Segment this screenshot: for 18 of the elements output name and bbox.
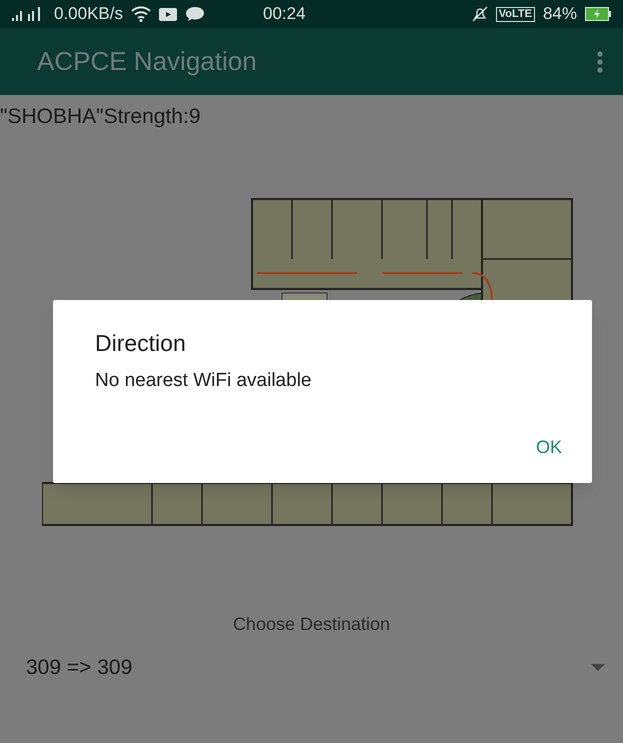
dialog-title: Direction: [95, 329, 187, 358]
video-icon: [159, 8, 177, 20]
ok-button[interactable]: OK: [528, 430, 570, 465]
network-speed: 0.00KB/s: [54, 3, 123, 26]
battery-level: 84%: [542, 3, 577, 26]
more-options-icon[interactable]: [597, 50, 603, 72]
muted-bell-icon: [472, 6, 488, 22]
chat-bubble-icon: [185, 6, 205, 22]
battery-charging-icon: [585, 7, 611, 21]
app-title: ACPCE Navigation: [37, 45, 257, 78]
dialog-message: No nearest WiFi available: [95, 368, 312, 392]
dropdown-caret-icon: [591, 664, 605, 671]
wifi-icon: [131, 6, 151, 22]
network-type-badge: VoLTE: [496, 6, 535, 22]
destination-dropdown[interactable]: 309 => 309: [0, 652, 623, 683]
wifi-strength-text: "SHOBHA"Strength:9: [0, 105, 200, 128]
clock-time: 00:24: [263, 3, 306, 26]
choose-destination-label: Choose Destination: [232, 612, 390, 636]
